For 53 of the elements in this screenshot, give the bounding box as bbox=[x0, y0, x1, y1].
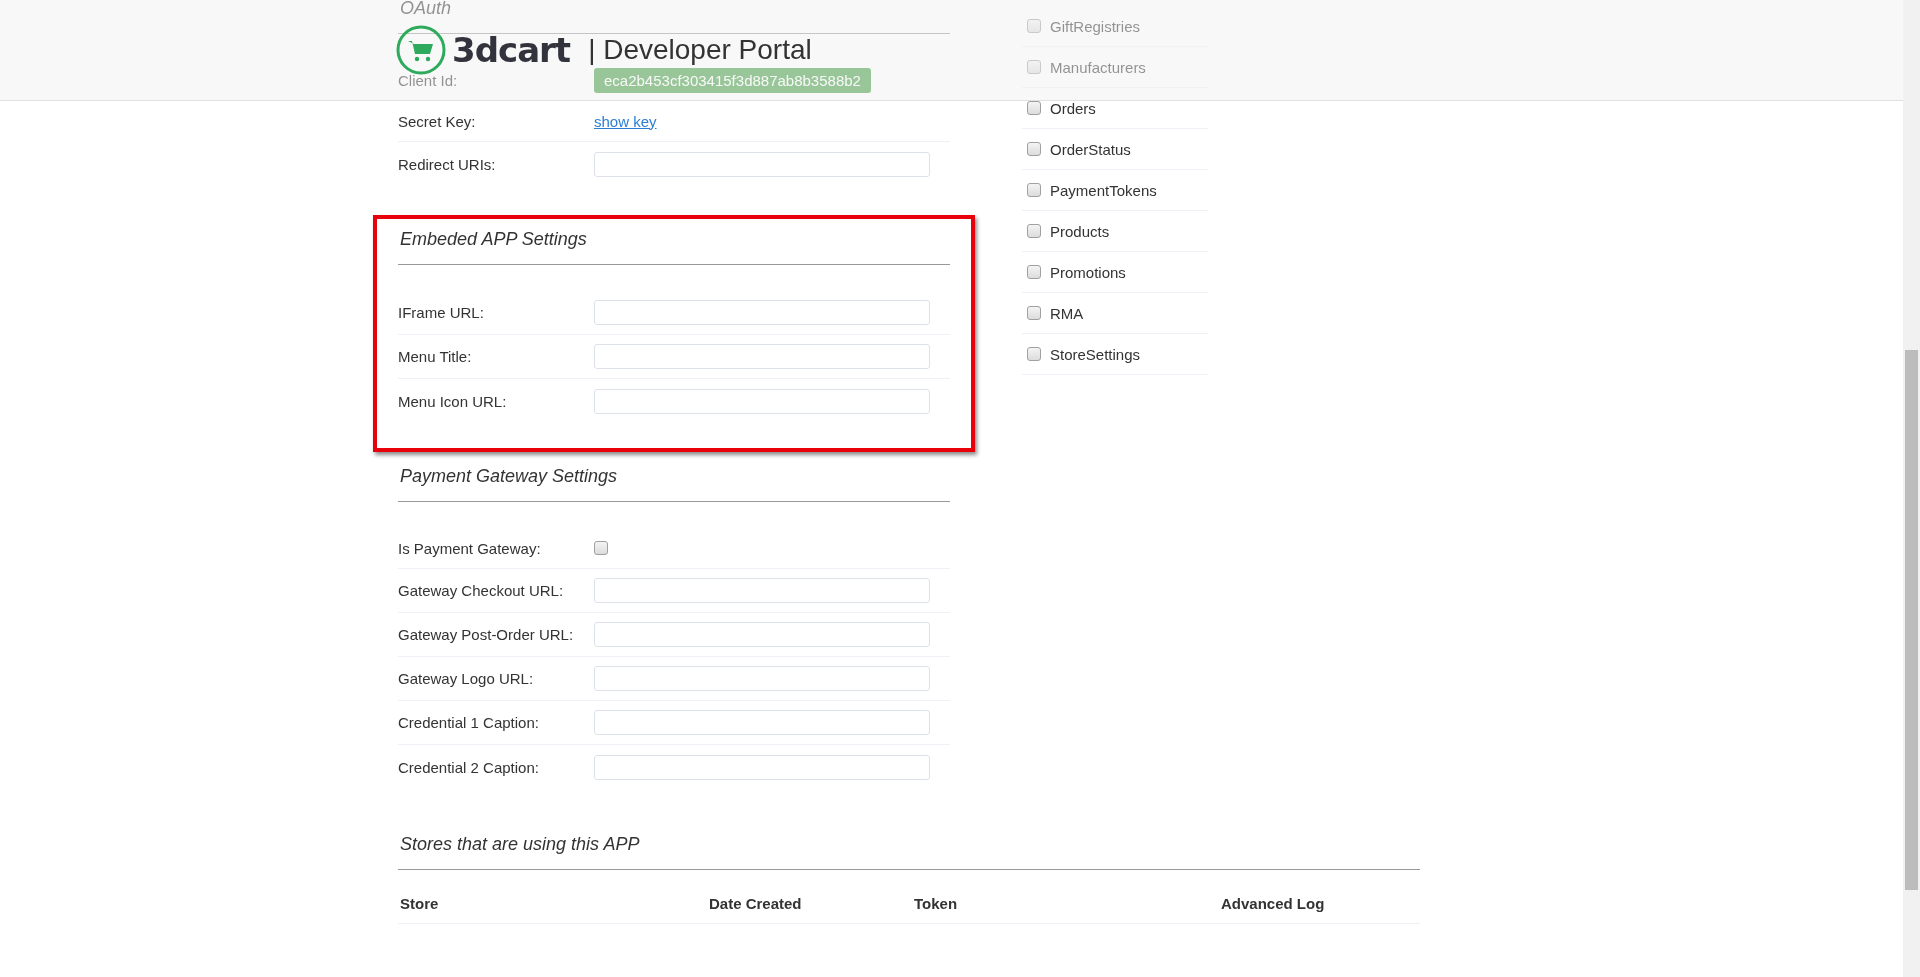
input-field[interactable] bbox=[594, 388, 930, 414]
input-field[interactable] bbox=[594, 622, 930, 647]
column-header: Token bbox=[913, 894, 959, 912]
field-label: Client Id: bbox=[398, 71, 459, 89]
field-label: Is Payment Gateway: bbox=[398, 539, 542, 557]
section-heading: Stores that are using this APP bbox=[399, 833, 641, 856]
field-label: Gateway Logo URL: bbox=[398, 670, 535, 687]
column-header: Store bbox=[399, 894, 440, 912]
checkbox[interactable] bbox=[1027, 60, 1041, 74]
permission-label: StoreSettings bbox=[1050, 345, 1141, 363]
field-label: Credential 1 Caption: bbox=[398, 714, 540, 731]
checkbox[interactable] bbox=[1027, 347, 1041, 361]
show-key-link[interactable]: show key bbox=[594, 112, 657, 130]
section-heading: Embeded APP Settings bbox=[399, 228, 588, 251]
input-field[interactable] bbox=[594, 710, 930, 735]
checkbox[interactable] bbox=[1027, 183, 1041, 197]
field-label: Credential 2 Caption: bbox=[398, 758, 540, 776]
logo-text: 3dcart bbox=[452, 30, 571, 70]
input-field[interactable] bbox=[594, 344, 930, 369]
permission-label: Manufacturers bbox=[1050, 58, 1146, 76]
column-header: Date Created bbox=[708, 894, 803, 912]
client-id-field: eca2b453cf303415f3d887ab8b3588b2 bbox=[594, 67, 871, 93]
permission-label: Promotions bbox=[1050, 263, 1126, 281]
permission-label: OrderStatus bbox=[1050, 140, 1131, 158]
input-field[interactable] bbox=[594, 754, 930, 780]
input-field[interactable] bbox=[594, 666, 930, 691]
permission-label: GiftRegistries bbox=[1050, 17, 1141, 35]
portal-title: | Developer Portal bbox=[588, 34, 812, 66]
column-header: Advanced Log bbox=[1220, 894, 1325, 912]
field-label: Gateway Checkout URL: bbox=[398, 582, 565, 599]
section-heading: Payment Gateway Settings bbox=[399, 465, 619, 488]
cart-logo-icon bbox=[396, 25, 446, 75]
input-field[interactable] bbox=[594, 151, 930, 177]
checkbox[interactable] bbox=[1027, 19, 1041, 33]
permission-label: Products bbox=[1050, 222, 1110, 240]
checkbox[interactable] bbox=[1027, 101, 1041, 115]
field-label: Redirect URIs: bbox=[398, 155, 497, 173]
field-label: Gateway Post-Order URL: bbox=[398, 626, 575, 643]
input-field[interactable] bbox=[594, 578, 930, 603]
permission-label: RMA bbox=[1050, 304, 1084, 322]
permission-label: PaymentTokens bbox=[1050, 181, 1157, 199]
field-label: Menu Title: bbox=[398, 348, 473, 365]
section-heading: OAuth bbox=[399, 0, 453, 20]
field-label: Secret Key: bbox=[398, 112, 477, 130]
permission-label: Orders bbox=[1050, 99, 1096, 117]
checkbox[interactable] bbox=[1027, 142, 1041, 156]
field-label: IFrame URL: bbox=[398, 304, 485, 321]
field-label: Menu Icon URL: bbox=[398, 392, 508, 410]
checkbox[interactable] bbox=[1027, 306, 1041, 320]
checkbox[interactable] bbox=[1027, 224, 1041, 238]
checkbox[interactable] bbox=[594, 541, 608, 555]
input-field[interactable] bbox=[594, 300, 930, 325]
checkbox[interactable] bbox=[1027, 265, 1041, 279]
